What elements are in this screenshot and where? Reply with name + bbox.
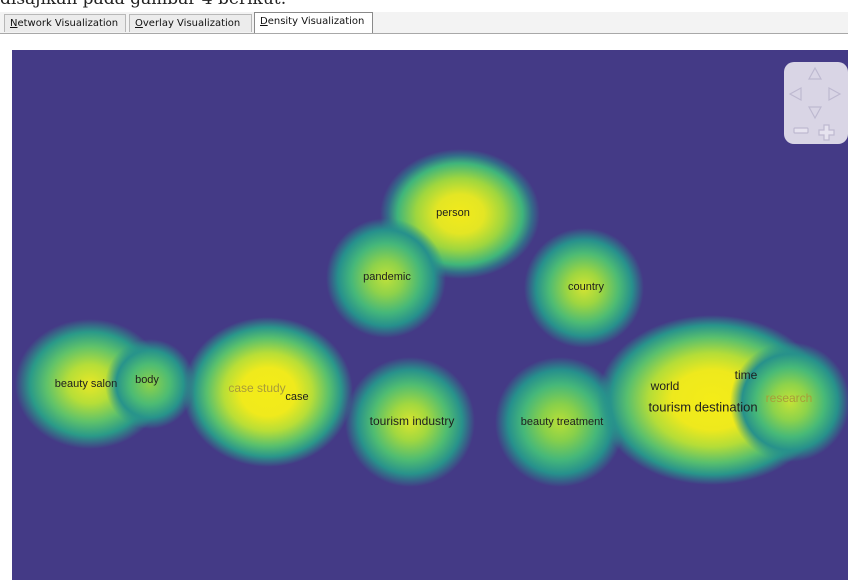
- term-label-tourism-industry[interactable]: tourism industry: [370, 414, 455, 428]
- arrow-left-icon[interactable]: [788, 86, 802, 102]
- navigation-control: [784, 62, 848, 144]
- tab-strip: Network Visualization Overlay Visualizat…: [0, 12, 848, 34]
- term-label-pandemic[interactable]: pandemic: [363, 271, 411, 283]
- app-window: disajikan pada gambar 4 berikut: Network…: [0, 0, 848, 580]
- tab-overlay-visualization[interactable]: Overlay Visualization: [129, 14, 252, 32]
- arrow-right-icon[interactable]: [828, 86, 842, 102]
- zoom-in-icon[interactable]: [818, 124, 835, 141]
- term-label-tourism-destination[interactable]: tourism destination: [648, 400, 757, 415]
- term-label-world[interactable]: world: [651, 379, 680, 393]
- arrow-down-icon[interactable]: [807, 106, 823, 120]
- term-label-beauty-salon[interactable]: beauty salon: [55, 378, 117, 390]
- density-map-canvas[interactable]: person pandemic country beauty salon bod…: [12, 50, 848, 580]
- arrow-up-icon[interactable]: [807, 66, 823, 80]
- tab-network-visualization[interactable]: Network Visualization: [4, 14, 126, 32]
- term-label-case[interactable]: case: [285, 391, 308, 403]
- term-label-time[interactable]: time: [735, 368, 758, 382]
- term-label-body[interactable]: body: [135, 374, 159, 386]
- term-label-research[interactable]: research: [766, 391, 813, 405]
- term-label-country[interactable]: country: [568, 281, 604, 293]
- term-label-beauty-treatment[interactable]: beauty treatment: [521, 416, 604, 428]
- term-label-case-study[interactable]: case study: [228, 381, 285, 395]
- term-label-person[interactable]: person: [436, 207, 470, 219]
- tab-density-visualization[interactable]: Density Visualization: [254, 12, 373, 34]
- zoom-out-icon[interactable]: [793, 127, 809, 134]
